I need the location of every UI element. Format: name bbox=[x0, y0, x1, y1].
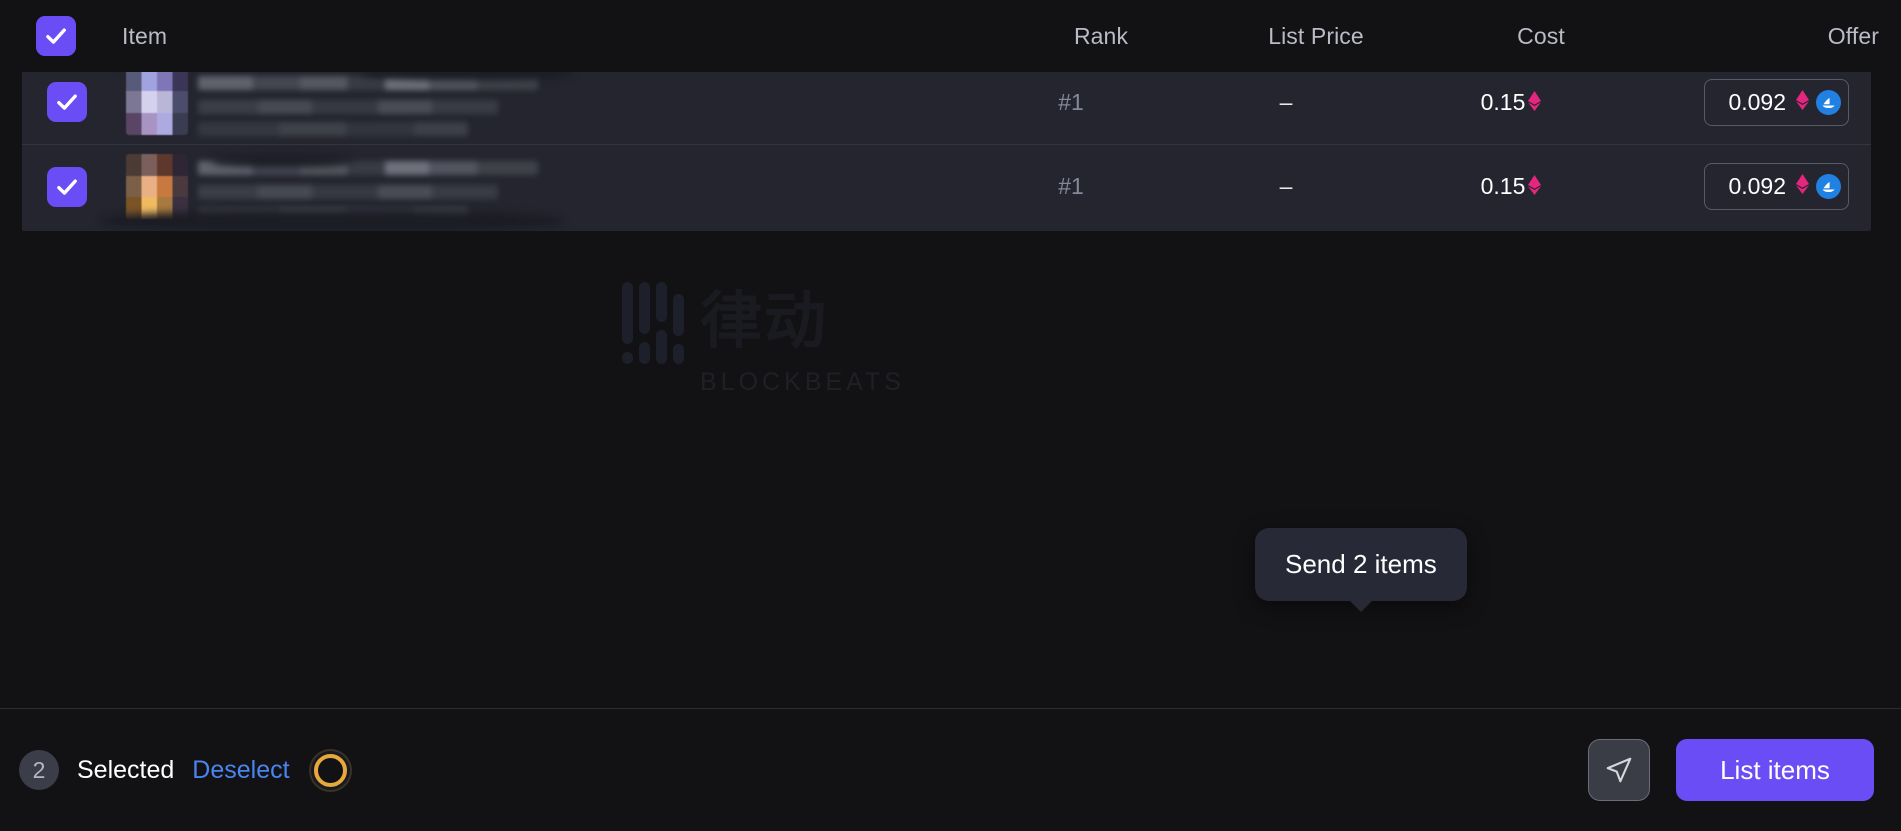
offer-input[interactable]: 0.092 bbox=[1704, 78, 1849, 126]
offer-cell: 0.092 bbox=[1621, 163, 1871, 210]
table-row[interactable]: #1 – 0.15 0.092 bbox=[22, 60, 1871, 144]
selection-summary: 2 Selected Deselect bbox=[0, 750, 347, 790]
check-icon bbox=[57, 94, 77, 110]
item-subtitle-redacted bbox=[198, 100, 498, 114]
offer-cell: 0.092 bbox=[1621, 78, 1871, 126]
header-list-price-cell: List Price bbox=[1201, 23, 1431, 50]
selected-count-badge: 2 bbox=[19, 750, 59, 790]
header-cost-cell: Cost bbox=[1431, 23, 1651, 50]
marketplace-bulk-list-screen: Item Rank List Price Cost Offer #1 – 0.1… bbox=[0, 0, 1901, 831]
row-checkbox-cell bbox=[22, 82, 112, 122]
ethereum-icon bbox=[1528, 175, 1542, 200]
item-thumbnail bbox=[126, 153, 188, 220]
item-cell[interactable] bbox=[102, 145, 971, 231]
tooltip-text: Send 2 items bbox=[1285, 549, 1437, 579]
cost-cell: 0.15 bbox=[1401, 173, 1621, 200]
list-price-value: – bbox=[1279, 88, 1293, 115]
row-checkbox-cell bbox=[22, 166, 112, 207]
list-items-button[interactable]: List items bbox=[1676, 739, 1874, 801]
offer-value: 0.092 bbox=[1728, 88, 1786, 115]
check-icon bbox=[57, 178, 77, 195]
list-price-value: – bbox=[1279, 173, 1293, 199]
header-offer-cell: Offer bbox=[1651, 23, 1901, 50]
check-icon bbox=[46, 28, 66, 44]
offer-value: 0.092 bbox=[1728, 173, 1786, 199]
cost-value: 0.15 bbox=[1480, 173, 1526, 199]
table-row[interactable]: #1 – 0.15 0.092 bbox=[22, 144, 1871, 231]
send-items-button[interactable] bbox=[1588, 739, 1650, 801]
item-subtitle-redacted bbox=[198, 184, 498, 199]
list-price-cell: – bbox=[1171, 89, 1401, 116]
select-all-checkbox[interactable] bbox=[36, 16, 76, 56]
list-price-cell: – bbox=[1171, 173, 1401, 200]
table-body: #1 – 0.15 0.092 #1 – 0.15 0.092 bbox=[22, 60, 1871, 231]
rank-cell: #1 bbox=[971, 173, 1171, 200]
item-meta-redacted bbox=[198, 122, 468, 136]
item-cell[interactable] bbox=[102, 60, 971, 144]
watermark-cn-text: 律动 bbox=[700, 287, 829, 356]
blockbeats-watermark: 律动 BLOCKBEATS bbox=[620, 278, 950, 403]
redaction-smudge bbox=[102, 210, 562, 231]
opensea-icon[interactable] bbox=[1816, 89, 1841, 115]
selected-label: Selected bbox=[77, 755, 175, 784]
send-paper-plane-icon bbox=[1606, 757, 1632, 783]
item-thumbnail bbox=[126, 69, 188, 135]
blockbeats-logo-icon bbox=[620, 278, 684, 366]
column-header-cost[interactable]: Cost bbox=[1517, 23, 1565, 49]
opensea-icon[interactable] bbox=[1816, 174, 1841, 199]
ethereum-icon bbox=[1796, 89, 1809, 115]
watermark-brand-name: BLOCKBEATS bbox=[700, 368, 905, 396]
action-buttons: List items bbox=[1588, 739, 1901, 801]
row-select-checkbox[interactable] bbox=[47, 166, 87, 207]
ethereum-icon bbox=[1796, 174, 1809, 199]
column-header-rank[interactable]: Rank bbox=[1074, 23, 1128, 49]
column-header-list-price[interactable]: List Price bbox=[1268, 23, 1364, 49]
send-items-tooltip: Send 2 items bbox=[1255, 528, 1467, 601]
watermark-top: 律动 bbox=[620, 278, 950, 366]
table-header-row: Item Rank List Price Cost Offer bbox=[0, 0, 1901, 72]
header-checkbox-cell bbox=[0, 16, 112, 56]
column-header-offer[interactable]: Offer bbox=[1828, 23, 1879, 49]
rank-cell: #1 bbox=[971, 89, 1171, 116]
selection-action-bar: 2 Selected Deselect List items bbox=[0, 708, 1901, 831]
offer-input[interactable]: 0.092 bbox=[1704, 163, 1849, 210]
redaction-smudge bbox=[212, 154, 352, 167]
gold-ring-icon[interactable] bbox=[313, 753, 347, 787]
rank-value: #1 bbox=[1058, 88, 1084, 115]
rank-value: #1 bbox=[1058, 173, 1084, 199]
deselect-button[interactable]: Deselect bbox=[192, 756, 289, 785]
header-rank-cell: Rank bbox=[1001, 23, 1201, 50]
row-select-checkbox[interactable] bbox=[47, 82, 87, 122]
column-header-item[interactable]: Item bbox=[122, 23, 167, 49]
cost-cell: 0.15 bbox=[1401, 89, 1621, 116]
cost-value: 0.15 bbox=[1480, 88, 1526, 115]
header-item-cell: Item bbox=[112, 23, 1001, 50]
ethereum-icon bbox=[1528, 90, 1542, 116]
